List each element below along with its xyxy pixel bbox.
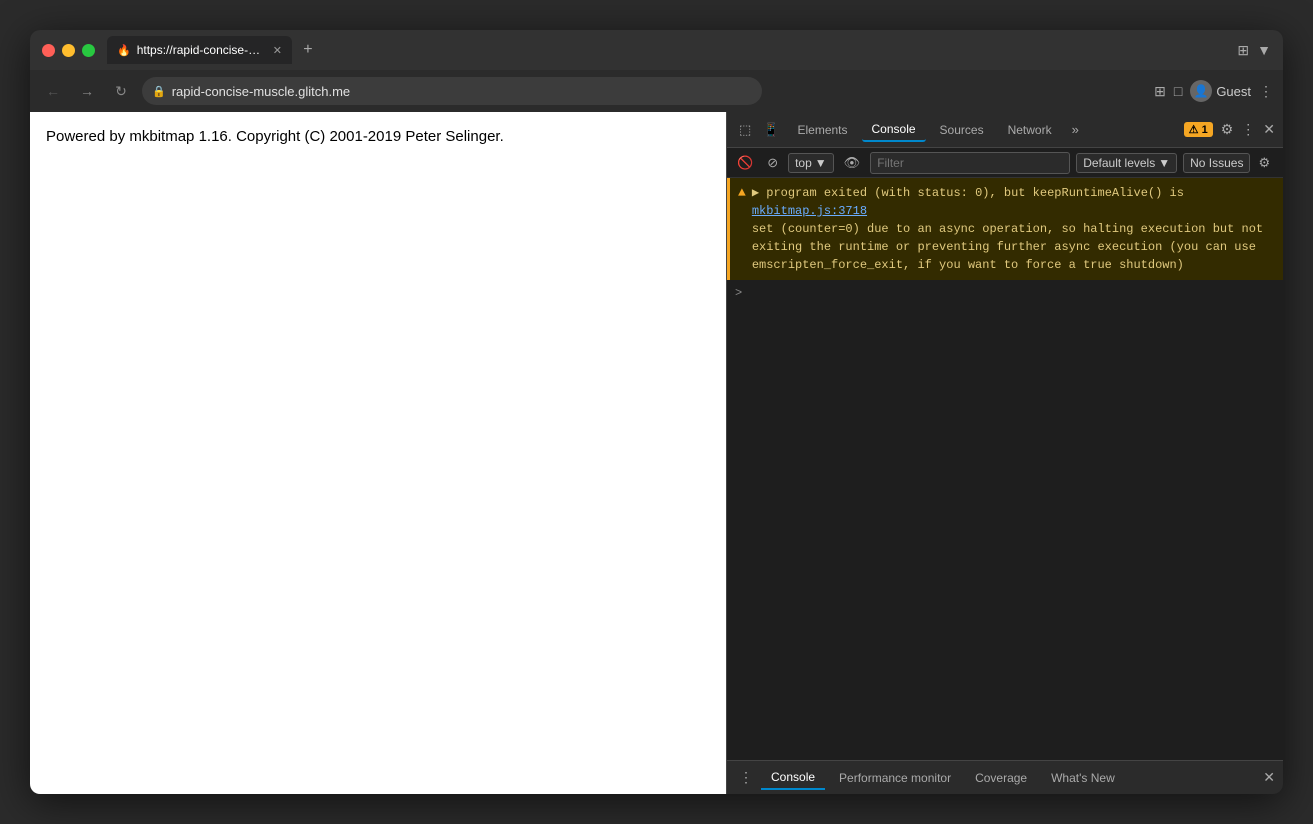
tabs-bar: 🔥 https://rapid-concise-muscle.g… ✕ +	[107, 36, 1237, 64]
webpage: Powered by mkbitmap 1.16. Copyright (C) …	[30, 112, 726, 794]
devtools-header: ⬚ 📱 Elements Console Sources Network » ⚠…	[727, 112, 1283, 148]
console-settings-icon[interactable]: ⚙	[1258, 155, 1270, 171]
warning-line3: exiting the runtime or preventing furthe…	[752, 240, 1256, 254]
warning-text-content: ▶ program exited (with status: 0), but k…	[752, 184, 1275, 274]
avatar: 👤	[1190, 80, 1212, 102]
levels-value: Default levels	[1083, 156, 1155, 170]
warning-message: ▲ ▶ program exited (with status: 0), but…	[727, 178, 1283, 280]
minimize-button[interactable]	[62, 44, 75, 57]
eye-icon[interactable]: 👁	[840, 153, 865, 173]
user-label: Guest	[1216, 84, 1251, 99]
close-button[interactable]	[42, 44, 55, 57]
devtools-more-icon[interactable]: ⋮	[1241, 121, 1255, 138]
prompt-arrow-icon: >	[735, 286, 742, 300]
devtools-bottom-bar: ⋮ Console Performance monitor Coverage W…	[727, 760, 1283, 794]
device-toggle-icon[interactable]: 📱	[759, 120, 783, 140]
title-bar: 🔥 https://rapid-concise-muscle.g… ✕ + ⊞ …	[30, 30, 1283, 70]
bottom-tab-console[interactable]: Console	[761, 766, 825, 790]
console-output: ▲ ▶ program exited (with status: 0), but…	[727, 178, 1283, 760]
active-tab[interactable]: 🔥 https://rapid-concise-muscle.g… ✕	[107, 36, 292, 64]
dropdown-icon[interactable]: ▼	[1257, 42, 1271, 58]
user-button[interactable]: 👤 Guest	[1190, 80, 1251, 102]
traffic-lights	[42, 44, 95, 57]
bottom-tab-coverage[interactable]: Coverage	[965, 767, 1037, 789]
levels-arrow-icon: ▼	[1158, 156, 1170, 170]
lock-icon: 🔒	[152, 85, 166, 98]
bottom-tab-whats-new[interactable]: What's New	[1041, 767, 1125, 789]
webpage-content: Powered by mkbitmap 1.16. Copyright (C) …	[46, 128, 710, 145]
more-tabs-icon[interactable]: »	[1066, 118, 1085, 141]
levels-selector[interactable]: Default levels ▼	[1076, 153, 1177, 173]
extensions-icon[interactable]: ⊞	[1154, 83, 1166, 100]
profile-icon[interactable]: □	[1174, 83, 1182, 99]
url-bar[interactable]: 🔒 rapid-concise-muscle.glitch.me	[142, 77, 762, 105]
maximize-button[interactable]	[82, 44, 95, 57]
more-icon[interactable]: ⋮	[1259, 83, 1273, 100]
inspect-element-icon[interactable]: ⬚	[735, 120, 755, 140]
bottom-menu-icon[interactable]: ⋮	[735, 767, 757, 788]
tab-sources[interactable]: Sources	[930, 119, 994, 141]
filter-input[interactable]	[870, 152, 1070, 174]
context-arrow-icon: ▼	[815, 156, 827, 170]
devtools-panel: ⬚ 📱 Elements Console Sources Network » ⚠…	[726, 112, 1283, 794]
block-icon[interactable]: ⊘	[763, 153, 782, 173]
console-prompt[interactable]: >	[727, 280, 1283, 306]
tab-title: https://rapid-concise-muscle.g…	[137, 43, 267, 57]
address-bar-right: ⊞ □ 👤 Guest ⋮	[1154, 80, 1273, 102]
no-issues-label: No Issues	[1190, 156, 1243, 170]
warning-line1: ▶ program exited (with status: 0), but k…	[752, 186, 1184, 200]
tab-elements[interactable]: Elements	[787, 119, 857, 141]
forward-button[interactable]: →	[74, 78, 100, 104]
title-bar-right: ⊞ ▼	[1237, 42, 1271, 59]
url-text: rapid-concise-muscle.glitch.me	[172, 84, 350, 99]
context-selector[interactable]: top ▼	[788, 153, 834, 173]
tab-network[interactable]: Network	[998, 119, 1062, 141]
window-icon[interactable]: ⊞	[1237, 42, 1249, 59]
tab-close-icon[interactable]: ✕	[273, 44, 282, 57]
clear-console-icon[interactable]: 🚫	[733, 153, 757, 173]
warning-badge[interactable]: ⚠ 1	[1184, 122, 1213, 137]
back-button[interactable]: ←	[40, 78, 66, 104]
warning-source-link[interactable]: mkbitmap.js:3718	[752, 204, 867, 218]
address-bar: ← → ↻ 🔒 rapid-concise-muscle.glitch.me ⊞…	[30, 70, 1283, 112]
console-toolbar: 🚫 ⊘ top ▼ 👁 Default levels ▼ No Issues ⚙	[727, 148, 1283, 178]
browser-window: 🔥 https://rapid-concise-muscle.g… ✕ + ⊞ …	[30, 30, 1283, 794]
devtools-header-right: ⚠ 1 ⚙ ⋮ ✕	[1184, 121, 1275, 138]
devtools-close-icon[interactable]: ✕	[1263, 121, 1275, 138]
context-value: top	[795, 156, 812, 170]
warning-triangle-icon: ▲	[738, 185, 746, 274]
warning-line4: emscripten_force_exit, if you want to fo…	[752, 258, 1184, 272]
bottom-close-icon[interactable]: ✕	[1263, 769, 1275, 786]
bottom-tab-performance-monitor[interactable]: Performance monitor	[829, 767, 961, 789]
devtools-settings-icon[interactable]: ⚙	[1221, 121, 1234, 138]
new-tab-button[interactable]: +	[296, 38, 320, 62]
no-issues-button[interactable]: No Issues	[1183, 153, 1250, 173]
main-area: Powered by mkbitmap 1.16. Copyright (C) …	[30, 112, 1283, 794]
tab-console[interactable]: Console	[862, 118, 926, 142]
warning-line2: set (counter=0) due to an async operatio…	[752, 222, 1263, 236]
tab-favicon: 🔥	[117, 44, 131, 57]
refresh-button[interactable]: ↻	[108, 78, 134, 104]
